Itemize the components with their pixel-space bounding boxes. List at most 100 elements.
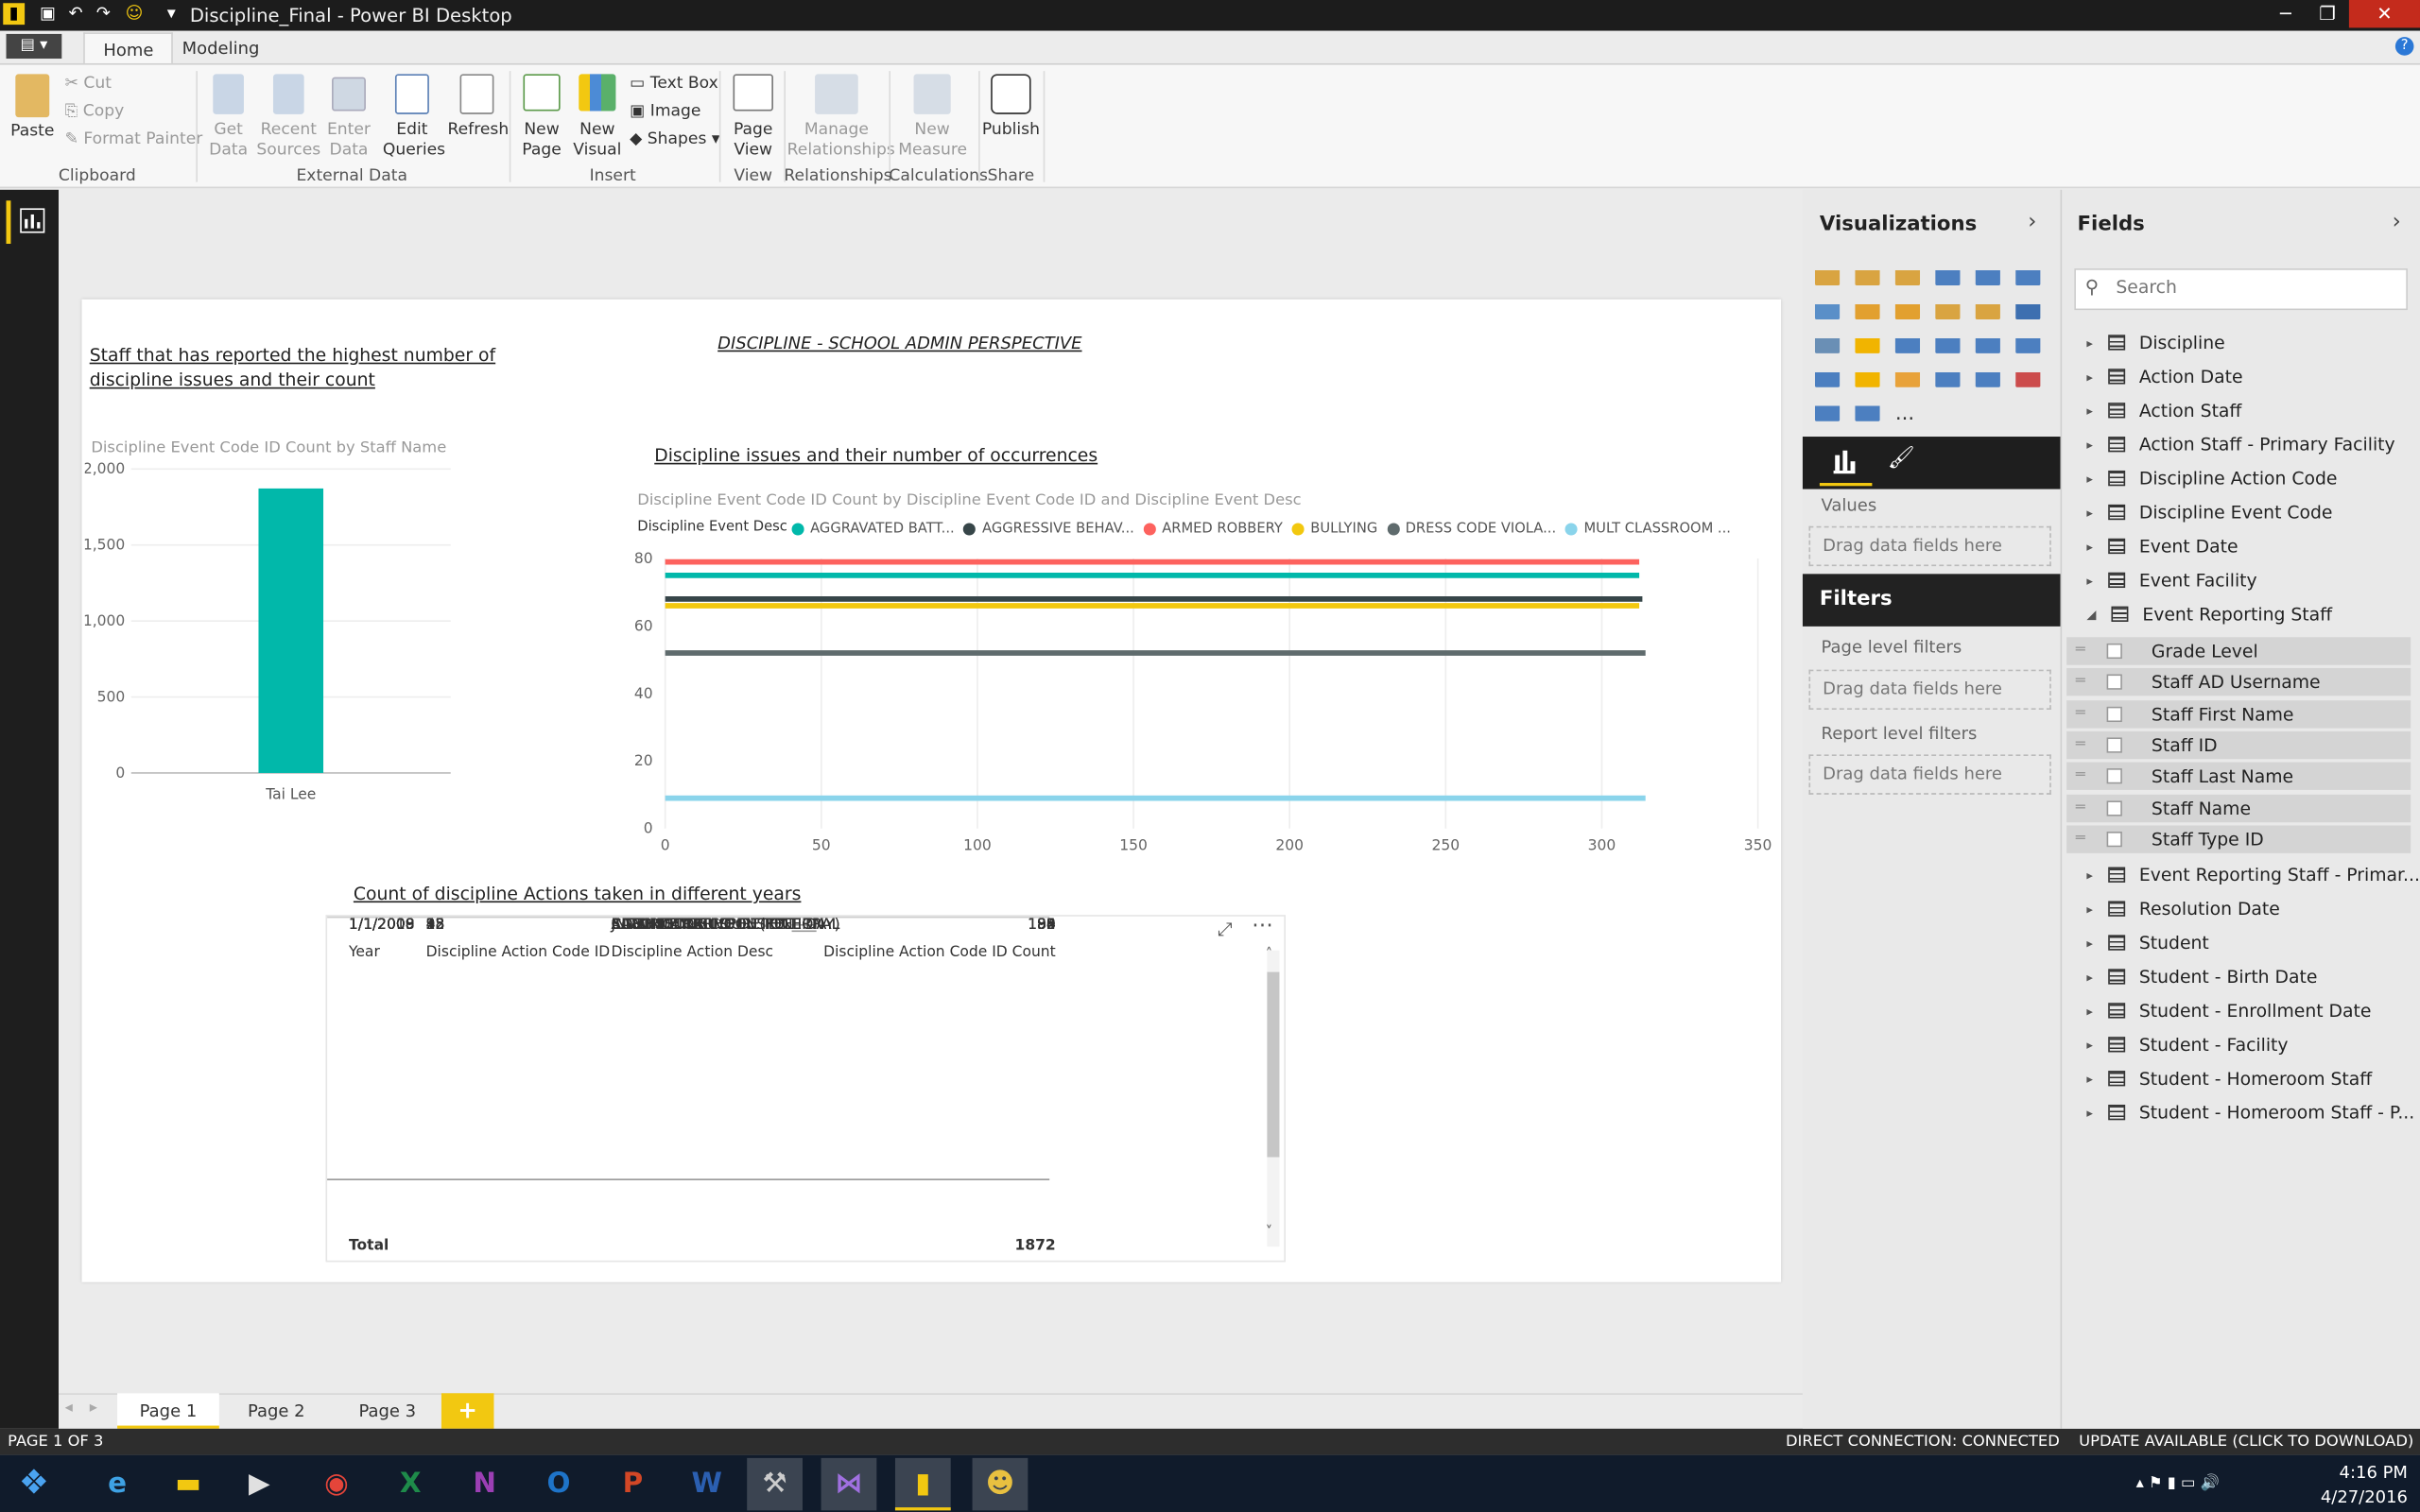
expand-chevron-icon[interactable]: ▸: [2086, 1072, 2093, 1086]
visual-studio-icon[interactable]: ⋈: [821, 1457, 877, 1511]
visual-type-icon[interactable]: [2015, 365, 2041, 387]
field-table-item[interactable]: ▸ Action Staff - Primary Facility: [2086, 434, 2394, 455]
clock-date[interactable]: 4/27/2016: [2300, 1487, 2408, 1507]
redo-icon[interactable]: ↷: [93, 3, 114, 25]
copy-button[interactable]: ⎘ Copy: [65, 102, 125, 122]
visual-type-icon[interactable]: [1975, 298, 2000, 319]
start-button-icon[interactable]: ❖: [7, 1458, 62, 1511]
visual-type-icon[interactable]: [2015, 332, 2041, 353]
format-paintbrush-icon[interactable]: 🖌: [1888, 446, 1915, 471]
field-table-item[interactable]: ▸ Action Staff: [2086, 400, 2241, 421]
chrome-icon[interactable]: ◉: [309, 1458, 365, 1511]
field-checkbox[interactable]: [2106, 674, 2122, 691]
file-menu-button[interactable]: ▤ ▾: [6, 33, 62, 60]
internet-explorer-icon[interactable]: e: [90, 1458, 146, 1511]
drag-grip-icon[interactable]: ═: [2076, 731, 2085, 759]
visual-type-icon[interactable]: [1935, 298, 1961, 319]
table-row[interactable]: 1/1/2008 18 IN-SCHOOL SUSPENSION 84: [327, 917, 1253, 1159]
page-tab-3[interactable]: Page 3: [339, 1393, 435, 1429]
line-chart-visual[interactable]: Discipline Event Code ID Count by Discip…: [625, 486, 1782, 864]
expand-chevron-icon[interactable]: ▸: [2086, 970, 2093, 984]
field-column-item[interactable]: ═ Staff ID: [2066, 730, 2411, 760]
table-header-0[interactable]: Year: [349, 944, 380, 961]
expand-chevron-icon[interactable]: ▸: [2086, 369, 2093, 384]
field-table-item[interactable]: ▸ Event Reporting Staff - Primar...: [2086, 864, 2420, 885]
field-column-item[interactable]: ═ Staff Last Name: [2066, 762, 2411, 791]
field-table-item[interactable]: ▸ Discipline Action Code: [2086, 468, 2337, 490]
clock-time[interactable]: 4:16 PM: [2315, 1463, 2408, 1483]
tab-modeling[interactable]: Modeling: [164, 32, 278, 64]
misc-app-icon[interactable]: ☻: [972, 1457, 1028, 1511]
field-table-item[interactable]: ▸ Student: [2086, 932, 2208, 954]
table-row[interactable]: 1/1/2010 18 IN-SCHOOL SUSPENSION 39: [327, 917, 1253, 1178]
field-table-item[interactable]: ▸ Student - Enrollment Date: [2086, 1000, 2371, 1022]
visual-type-icon[interactable]: [1814, 264, 1841, 286]
expand-chevron-icon[interactable]: ▸: [2086, 404, 2093, 418]
field-checkbox[interactable]: [2106, 799, 2122, 816]
visual-type-icon[interactable]: [1855, 399, 1880, 421]
expand-chevron-icon[interactable]: ▸: [2086, 335, 2093, 350]
field-column-item[interactable]: ═ Staff First Name: [2066, 699, 2411, 728]
media-player-icon[interactable]: ▶: [232, 1458, 287, 1511]
add-page-button[interactable]: +: [441, 1393, 494, 1429]
tab-home[interactable]: Home: [83, 32, 174, 65]
visual-type-icon[interactable]: [1855, 332, 1880, 353]
drag-grip-icon[interactable]: ═: [2076, 700, 2085, 728]
bar-mark[interactable]: [258, 488, 324, 773]
enter-data-button[interactable]: Enter Data: [321, 120, 377, 160]
field-column-item[interactable]: ═ Staff Name: [2066, 793, 2411, 822]
page-filters-drop-well[interactable]: Drag data fields here: [1808, 669, 2051, 711]
table-row[interactable]: 1/1/2009 18 IN-SCHOOL SUSPENSION 188: [327, 917, 1253, 1018]
manage-relationships-button[interactable]: Manage Relationships: [787, 120, 895, 160]
edit-queries-button[interactable]: Edit Queries: [383, 120, 445, 160]
visual-type-icon[interactable]: [1894, 298, 1921, 319]
powerpoint-icon[interactable]: P: [605, 1458, 661, 1511]
field-column-item[interactable]: ═ Staff Type ID: [2066, 825, 2411, 853]
image-button[interactable]: ▣ Image: [630, 102, 700, 121]
page-tab-2[interactable]: Page 2: [229, 1393, 324, 1429]
field-checkbox[interactable]: [2106, 737, 2122, 753]
prev-page-icon[interactable]: ◂: [65, 1400, 73, 1417]
table-header-1[interactable]: Discipline Action Code ID: [426, 944, 611, 961]
undo-icon[interactable]: ↶: [65, 3, 87, 25]
expand-chevron-icon[interactable]: ▸: [2086, 506, 2093, 520]
cut-button[interactable]: ✂ Cut: [65, 74, 112, 93]
field-table-item[interactable]: ▸ Resolution Date: [2086, 898, 2279, 919]
page-view-button[interactable]: Page View: [725, 120, 781, 160]
shapes-button[interactable]: ◆ Shapes ▾: [630, 129, 719, 148]
visual-type-icon[interactable]: [1975, 365, 2000, 387]
smile-feedback-icon[interactable]: ☺: [124, 3, 146, 25]
expand-chevron-icon[interactable]: ▸: [2086, 1106, 2093, 1120]
page-tab-1[interactable]: Page 1: [117, 1393, 219, 1429]
table-row[interactable]: 1/1/2009 9 COUNSELING 190: [327, 917, 1253, 998]
get-data-button[interactable]: Get Data: [200, 120, 256, 160]
visual-type-icon[interactable]: [1975, 332, 2000, 353]
drag-grip-icon[interactable]: ═: [2076, 763, 2085, 790]
field-table-item[interactable]: ▸ Discipline: [2086, 332, 2224, 353]
drag-grip-icon[interactable]: ═: [2076, 668, 2085, 696]
customize-toolbar-icon[interactable]: ▾: [161, 3, 182, 25]
visual-type-icon[interactable]: [1814, 365, 1841, 387]
file-explorer-icon[interactable]: ▬: [161, 1458, 216, 1511]
expand-chevron-icon[interactable]: ◢: [2086, 607, 2096, 621]
drag-grip-icon[interactable]: ═: [2076, 825, 2085, 852]
visual-type-icon[interactable]: [1855, 298, 1880, 319]
visual-type-icon[interactable]: [1855, 365, 1880, 387]
field-table-item[interactable]: ▸ Event Date: [2086, 536, 2238, 558]
field-table-item[interactable]: ▸ Action Date: [2086, 366, 2242, 387]
new-visual-button[interactable]: New Visual: [569, 120, 625, 160]
table-row[interactable]: 1/1/2008 9 COUNSELING 84: [327, 917, 1253, 1139]
paste-button[interactable]: Paste: [9, 122, 56, 142]
collapse-fields-icon[interactable]: ›: [2393, 210, 2401, 234]
refresh-button[interactable]: Refresh: [447, 120, 509, 140]
table-row[interactable]: 1/1/2008 32 SATURDAY SCHOOL (FULL DAY) 85: [327, 917, 1253, 1078]
save-icon[interactable]: ▣: [37, 3, 59, 25]
visual-type-icon[interactable]: [1814, 332, 1841, 353]
powerbi-taskbar-icon[interactable]: ▮: [894, 1457, 951, 1511]
table-header-2[interactable]: Discipline Action Desc: [612, 944, 774, 961]
drag-grip-icon[interactable]: ═: [2076, 794, 2085, 821]
expand-chevron-icon[interactable]: ▸: [2086, 936, 2093, 950]
field-column-item[interactable]: ═ Grade Level: [2066, 637, 2411, 665]
visual-type-icon[interactable]: [1935, 264, 1961, 286]
format-painter-button[interactable]: ✎ Format Painter: [65, 129, 203, 148]
